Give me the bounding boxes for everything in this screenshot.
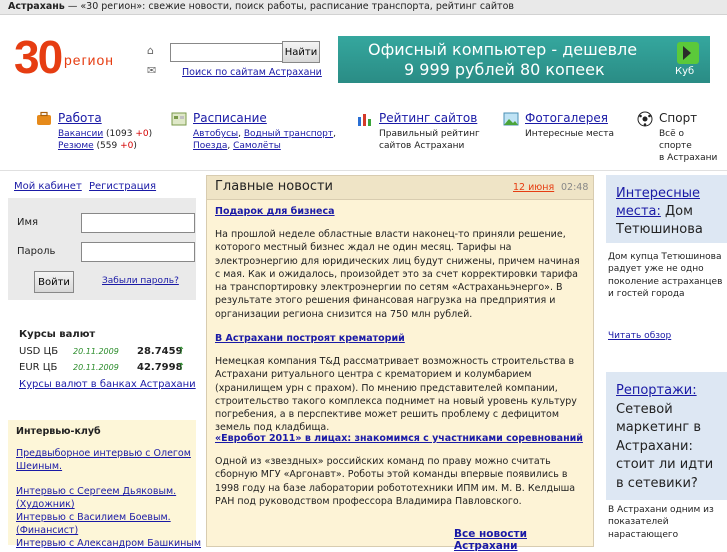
arrow-up-icon: ↑ <box>177 346 186 357</box>
bank-rates-link[interactable]: Курсы валют в банках Астрахани <box>19 379 196 390</box>
water-transport-link[interactable]: Водный транспорт <box>244 129 333 139</box>
briefcase-icon <box>36 111 52 127</box>
news-item-title[interactable]: «Евробот 2011» в лицах: знакомимся с уча… <box>215 433 583 444</box>
nav-sport-desc-2: спорте <box>659 141 692 151</box>
reports-link[interactable]: Репортажи: <box>616 383 697 398</box>
search-button[interactable]: Найти <box>282 41 320 63</box>
password-label: Пароль <box>17 246 56 257</box>
resumes-count: (559 <box>93 141 121 151</box>
arrow-up-icon: ↑ <box>177 362 186 373</box>
rate-value: 28.7459 <box>137 346 183 357</box>
my-cabinet-link[interactable]: Мой кабинет <box>14 181 82 192</box>
nav-sport-desc-3: в Астрахани <box>659 153 718 163</box>
all-news-link[interactable]: Все новости Астрахани <box>454 528 593 552</box>
vacancies-close: ) <box>148 129 153 139</box>
soccer-ball-icon <box>637 111 653 127</box>
vacancies-count: (1093 <box>103 129 136 139</box>
trains-link[interactable]: Поезда <box>193 141 227 151</box>
buses-link[interactable]: Автобусы <box>193 129 238 139</box>
search-sites-link[interactable]: Поиск по сайтам Астрахани <box>182 67 322 78</box>
banner-brand: Куб <box>672 41 702 77</box>
news-item-text: На прошлой неделе областные власти након… <box>215 229 580 320</box>
nav-rating-title[interactable]: Рейтинг сайтов <box>379 111 477 125</box>
interesting-places: Интересные места: Дом Тетюшинова Дом куп… <box>606 175 727 365</box>
nav-work-vacancies: Вакансии (1093 +0) <box>58 129 152 139</box>
vacancies-delta: +0 <box>135 129 149 139</box>
rate-date: 20.11.2009 <box>73 363 119 372</box>
nav-photo-title[interactable]: Фотогалерея <box>525 111 608 125</box>
interesting-places-title: Интересные места: Дом Тетюшинова <box>616 185 724 239</box>
rate-currency: EUR ЦБ <box>19 362 58 373</box>
schedule-icon <box>171 111 187 127</box>
reports-text: В Астрахани одним из показателей нараста… <box>608 505 714 540</box>
mail-icon[interactable]: ✉ <box>147 64 156 77</box>
news-item-title[interactable]: В Астрахани построят крематорий <box>215 333 405 344</box>
vacancies-link[interactable]: Вакансии <box>58 129 103 139</box>
resumes-link[interactable]: Резюме <box>58 141 94 151</box>
logo-number[interactable]: 30 <box>14 34 63 80</box>
divider <box>0 170 727 171</box>
kub-logo-icon <box>677 42 699 64</box>
news-date[interactable]: 12 июня <box>513 182 554 193</box>
news-item-title[interactable]: Подарок для бизнеса <box>215 206 335 217</box>
resumes-close: ) <box>133 141 137 151</box>
nav-sport-title[interactable]: Спорт <box>659 111 697 125</box>
nav-rating-desc-1: Правильный рейтинг <box>379 129 480 139</box>
logo-word[interactable]: регион <box>64 52 114 68</box>
top-bar: Астрахань — «30 регион»: свежие новости,… <box>0 0 727 15</box>
top-bar-site: Астрахань <box>8 1 65 12</box>
nav-work-title[interactable]: Работа <box>58 111 102 125</box>
rate-currency: USD ЦБ <box>19 346 59 357</box>
news-item-text: Немецкая компания Т&Д рассматривает возм… <box>215 356 577 434</box>
top-bar-text: Астрахань — «30 регион»: свежие новости,… <box>8 1 514 12</box>
interview-item[interactable]: Интервью с Сергеем Дьяковым. (Художник) <box>16 485 191 511</box>
main-news: Главные новости 12 июня 02:48 Подарок дл… <box>206 175 594 552</box>
forgot-password-link[interactable]: Забыли пароль? <box>102 276 179 286</box>
reports-title: Репортажи: Сетевой маркетинг в Астрахани… <box>616 382 724 493</box>
nav-rating-desc-2: сайтов Астрахани <box>379 141 465 151</box>
reports-subject: Сетевой маркетинг в Астрахани: стоит ли … <box>616 401 714 491</box>
photo-icon <box>503 111 519 127</box>
nav-schedule-row-2: Поезда, Самолёты <box>193 141 281 151</box>
interview-title: Интервью-клуб <box>16 426 101 437</box>
banner-line-2: 9 999 рублей 80 копеек <box>404 60 605 79</box>
news-header: Главные новости 12 июня 02:48 <box>207 176 593 200</box>
rate-value: 42.7998 <box>137 362 183 373</box>
login-button[interactable]: Войти <box>34 271 74 293</box>
name-label: Имя <box>17 217 39 228</box>
nav-sport-desc-1: Всё о <box>659 129 685 139</box>
ad-banner[interactable]: Офисный компьютер - дешевле 9 999 рублей… <box>338 36 710 83</box>
name-input[interactable] <box>81 213 195 233</box>
interview-item[interactable]: Интервью с Василием Боевым. (Финансист) <box>16 511 191 537</box>
top-bar-tagline: — «30 регион»: свежие новости, поиск раб… <box>64 1 514 12</box>
read-review-link[interactable]: Читать обзор <box>608 331 671 341</box>
nav-schedule-title[interactable]: Расписание <box>193 111 267 125</box>
bar-chart-icon <box>357 111 373 127</box>
rates-title: Курсы валют <box>19 329 96 340</box>
reports: Репортажи: Сетевой маркетинг в Астрахани… <box>606 372 727 545</box>
nav-schedule-row-1: Автобусы, Водный транспорт, <box>193 129 337 139</box>
rate-date: 20.11.2009 <box>73 347 119 356</box>
home-icon[interactable]: ⌂ <box>147 44 154 57</box>
resumes-delta: +0 <box>120 141 134 151</box>
password-input[interactable] <box>81 242 195 262</box>
interesting-places-text: Дом купца Тетюшинова радует уже не одно … <box>608 252 723 300</box>
nav-photo-desc: Интересные места <box>525 129 615 139</box>
planes-link[interactable]: Самолёты <box>233 141 281 151</box>
news-item-text: Одной из «звездных» российских команд по… <box>215 456 576 507</box>
banner-line-1: Офисный компьютер - дешевле <box>368 40 638 59</box>
register-link[interactable]: Регистрация <box>89 181 156 192</box>
nav-work-resumes: Резюме (559 +0) <box>58 141 137 151</box>
login-form: Имя Пароль Войти Забыли пароль? <box>8 198 196 300</box>
search-input[interactable] <box>170 43 284 62</box>
news-time: 02:48 <box>561 182 589 193</box>
news-title: Главные новости <box>215 179 333 194</box>
banner-brand-name: Куб <box>675 66 695 77</box>
interview-item[interactable]: Интервью с Александром Башкиным <box>16 537 201 550</box>
interview-item[interactable]: Предвыборное интервью с Олегом Шеиным. <box>16 447 191 473</box>
interview-club: Интервью-клуб Предвыборное интервью с Ол… <box>8 420 201 549</box>
